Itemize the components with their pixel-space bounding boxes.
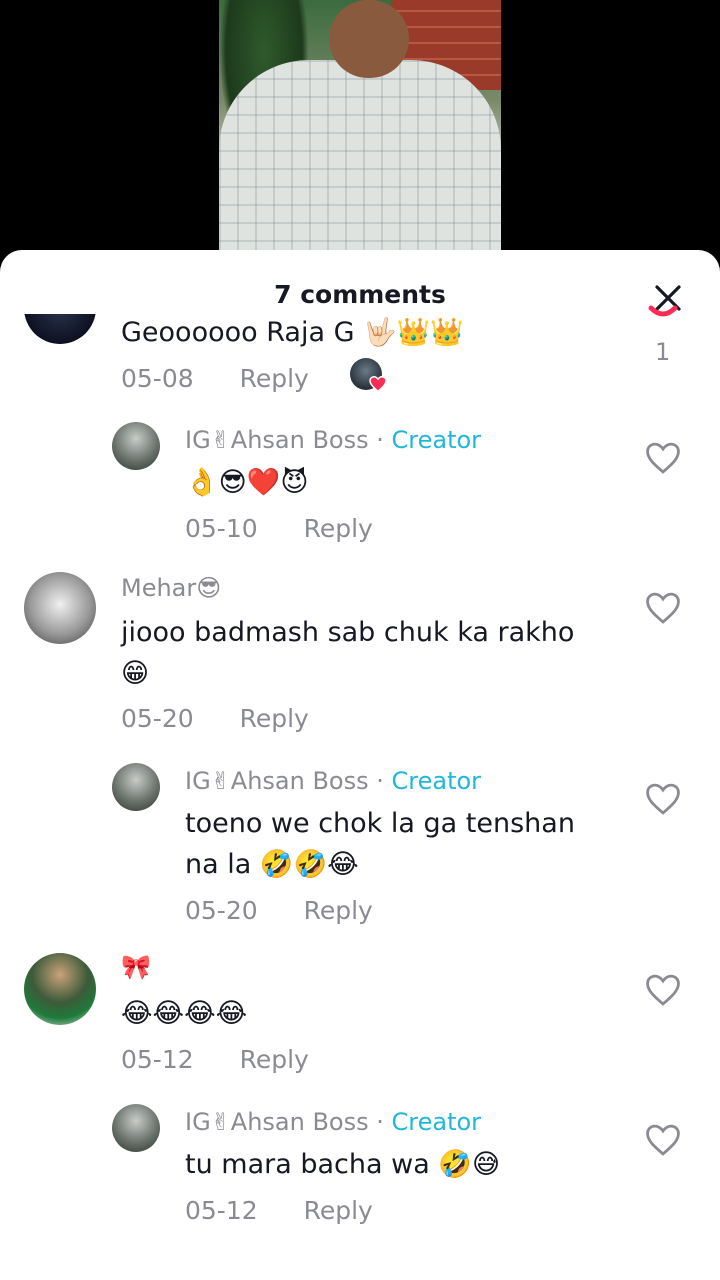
comment-text: toeno we chok la ga tenshan — [185, 808, 575, 839]
heart-outline-icon — [646, 442, 680, 474]
video-preview[interactable] — [219, 0, 501, 252]
reply-button[interactable]: Reply — [240, 364, 309, 393]
comment-username[interactable]: Mehar😎 — [121, 574, 221, 602]
preview-person-head — [329, 0, 409, 78]
creator-badge: Creator — [391, 426, 482, 454]
comment-meta: 05-20 Reply — [121, 704, 309, 733]
comment-date: 05-20 — [185, 896, 258, 925]
like-button[interactable] — [643, 438, 683, 478]
comment-text: tu mara bacha wa 🤣😅 — [185, 1149, 501, 1180]
comment-username[interactable]: IG✌Ahsan Boss · Creator — [185, 426, 481, 454]
reply-button[interactable]: Reply — [240, 704, 309, 733]
username-text[interactable]: IG✌Ahsan Boss — [185, 426, 369, 454]
like-button[interactable] — [643, 779, 683, 819]
comment-date: 05-10 — [185, 514, 258, 543]
comment-date: 05-20 — [121, 704, 194, 733]
heart-filled-icon — [648, 305, 678, 317]
avatar[interactable] — [112, 422, 160, 470]
like-button[interactable] — [643, 304, 683, 330]
like-button[interactable] — [643, 1120, 683, 1160]
comment-text-line2: 😁 — [121, 658, 150, 689]
comment-text: Geoooooo Raja G 🤟🏻👑👑 — [121, 317, 464, 348]
preview-person — [219, 60, 501, 252]
avatar[interactable] — [24, 953, 96, 1025]
comment-text: 👌😎❤️😈 — [185, 467, 309, 498]
comment-meta: 05-10 Reply — [185, 514, 373, 543]
username-text[interactable]: IG✌Ahsan Boss — [185, 1108, 369, 1136]
heart-outline-icon — [646, 1124, 680, 1156]
creator-badge: Creator — [391, 767, 482, 795]
comment-meta: 05-12 Reply — [185, 1196, 373, 1225]
comment-text: 😂😂😂😂 — [121, 998, 248, 1029]
like-button[interactable] — [643, 588, 683, 628]
avatar[interactable] — [24, 572, 96, 644]
comment-text: jiooo badmash sab chuk ka rakho — [121, 617, 575, 648]
comment-text-line2: na la 🤣🤣😂 — [185, 849, 359, 880]
avatar[interactable] — [112, 763, 160, 811]
like-button[interactable] — [643, 970, 683, 1010]
comment-date: 05-12 — [121, 1045, 194, 1074]
comment-date: 05-12 — [185, 1196, 258, 1225]
comment-username[interactable]: IG✌Ahsan Boss · Creator — [185, 1108, 481, 1136]
comments-count-title: 7 comments — [274, 280, 446, 309]
heart-icon — [369, 376, 387, 392]
comment-username[interactable]: 🎀 — [121, 953, 151, 981]
avatar[interactable] — [112, 1104, 160, 1152]
heart-outline-icon — [646, 974, 680, 1006]
username-text[interactable]: IG✌Ahsan Boss — [185, 767, 369, 795]
comment-meta: 05-08 Reply — [121, 364, 309, 393]
heart-outline-icon — [646, 783, 680, 815]
comment-meta: 05-12 Reply — [121, 1045, 309, 1074]
comment-username[interactable]: IG✌Ahsan Boss · Creator — [185, 767, 481, 795]
like-count: 1 — [655, 338, 671, 366]
reply-button[interactable]: Reply — [240, 1045, 309, 1074]
comments-sheet: 7 comments Geoooooo Raja G 🤟🏻👑👑 05-08 Re… — [0, 250, 720, 1280]
heart-outline-icon — [646, 592, 680, 624]
reply-button[interactable]: Reply — [304, 1196, 373, 1225]
comment-date: 05-08 — [121, 364, 194, 393]
reply-button[interactable]: Reply — [304, 896, 373, 925]
comment-meta: 05-20 Reply — [185, 896, 373, 925]
reply-button[interactable]: Reply — [304, 514, 373, 543]
creator-badge: Creator — [391, 1108, 482, 1136]
